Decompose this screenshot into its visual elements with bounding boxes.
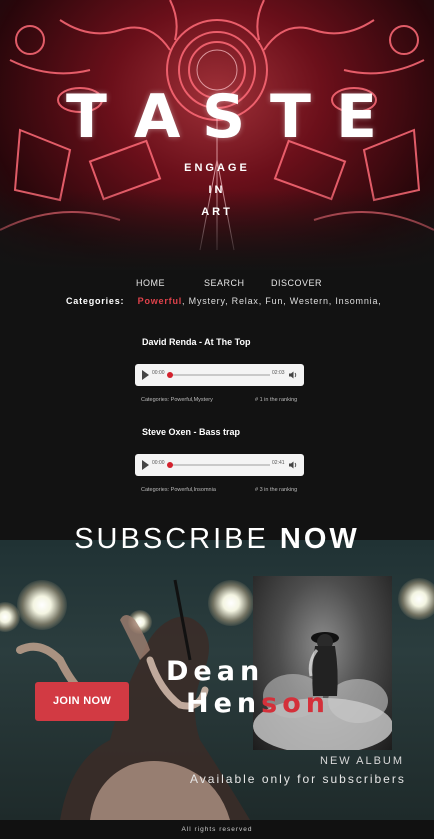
tagline-line: ART — [201, 206, 233, 218]
title-letter: S — [202, 82, 246, 152]
play-icon[interactable] — [142, 460, 149, 470]
total-time: 02:03 — [272, 370, 285, 376]
categories-label: Categories: — [66, 296, 125, 306]
audio-player[interactable]: 00:00 02:03 — [135, 364, 304, 386]
current-time: 00:00 — [152, 460, 165, 466]
artist-first-name: Dean — [166, 656, 265, 687]
album-cover — [253, 576, 392, 750]
volume-icon[interactable] — [288, 460, 298, 470]
track-categories: Categories: Powerful,Mystery — [141, 397, 213, 403]
track-title: Steve Oxen - Bass trap — [142, 427, 241, 437]
promo-section: Dean Henson JOIN NOW NEW ALBUM Available… — [0, 540, 434, 820]
join-now-button[interactable]: JOIN NOW — [35, 682, 129, 721]
title-letter: E — [336, 82, 377, 152]
subscribe-heading-bold: NOW — [279, 523, 360, 555]
nav-search[interactable]: SEARCH — [204, 278, 245, 288]
artist-last-name-white: Hen — [186, 688, 262, 719]
availability-note: Available only for subscribers — [190, 772, 406, 786]
artist-last-name: Henson — [186, 688, 330, 719]
subscribe-heading: SUBSCRIBE NOW — [0, 523, 434, 556]
track-categories: Categories: Powerful,Insomnia — [141, 487, 216, 493]
nav-home[interactable]: HOME — [136, 278, 165, 288]
track-ranking: # 3 in the ranking — [255, 487, 298, 493]
progress-knob[interactable] — [167, 372, 173, 378]
progress-bar[interactable] — [170, 464, 270, 466]
play-icon[interactable] — [142, 370, 149, 380]
tagline-line: ENGAGE — [184, 162, 250, 174]
title-letter: T — [66, 82, 107, 152]
audio-player[interactable]: 00:00 02:41 — [135, 454, 304, 476]
volume-icon[interactable] — [288, 370, 298, 380]
progress-knob[interactable] — [167, 462, 173, 468]
nav-discover[interactable]: DISCOVER — [271, 278, 322, 288]
progress-bar[interactable] — [170, 374, 270, 376]
category-powerful[interactable]: Powerful — [138, 296, 182, 306]
footer: All rights reserved — [0, 820, 434, 839]
track-ranking: # 1 in the ranking — [255, 397, 298, 403]
artist-last-name-red: son — [261, 688, 330, 719]
total-time: 02:41 — [272, 460, 285, 466]
hero-banner: T A S T E ENGAGE IN ART — [0, 0, 434, 270]
category-list[interactable]: , Mystery, Relax, Fun, Western, Insomnia… — [182, 296, 382, 306]
title-letter: A — [134, 82, 181, 152]
new-album-label: NEW ALBUM — [320, 755, 405, 767]
track-title: David Renda - At The Top — [142, 337, 251, 347]
categories-bar: Categories: Powerful, Mystery, Relax, Fu… — [66, 296, 382, 306]
tagline-line: IN — [208, 184, 226, 196]
main-nav: HOME SEARCH DISCOVER — [0, 278, 434, 292]
current-time: 00:00 — [152, 370, 165, 376]
subscribe-heading-light: SUBSCRIBE — [74, 523, 269, 555]
title-letter: T — [270, 82, 311, 152]
